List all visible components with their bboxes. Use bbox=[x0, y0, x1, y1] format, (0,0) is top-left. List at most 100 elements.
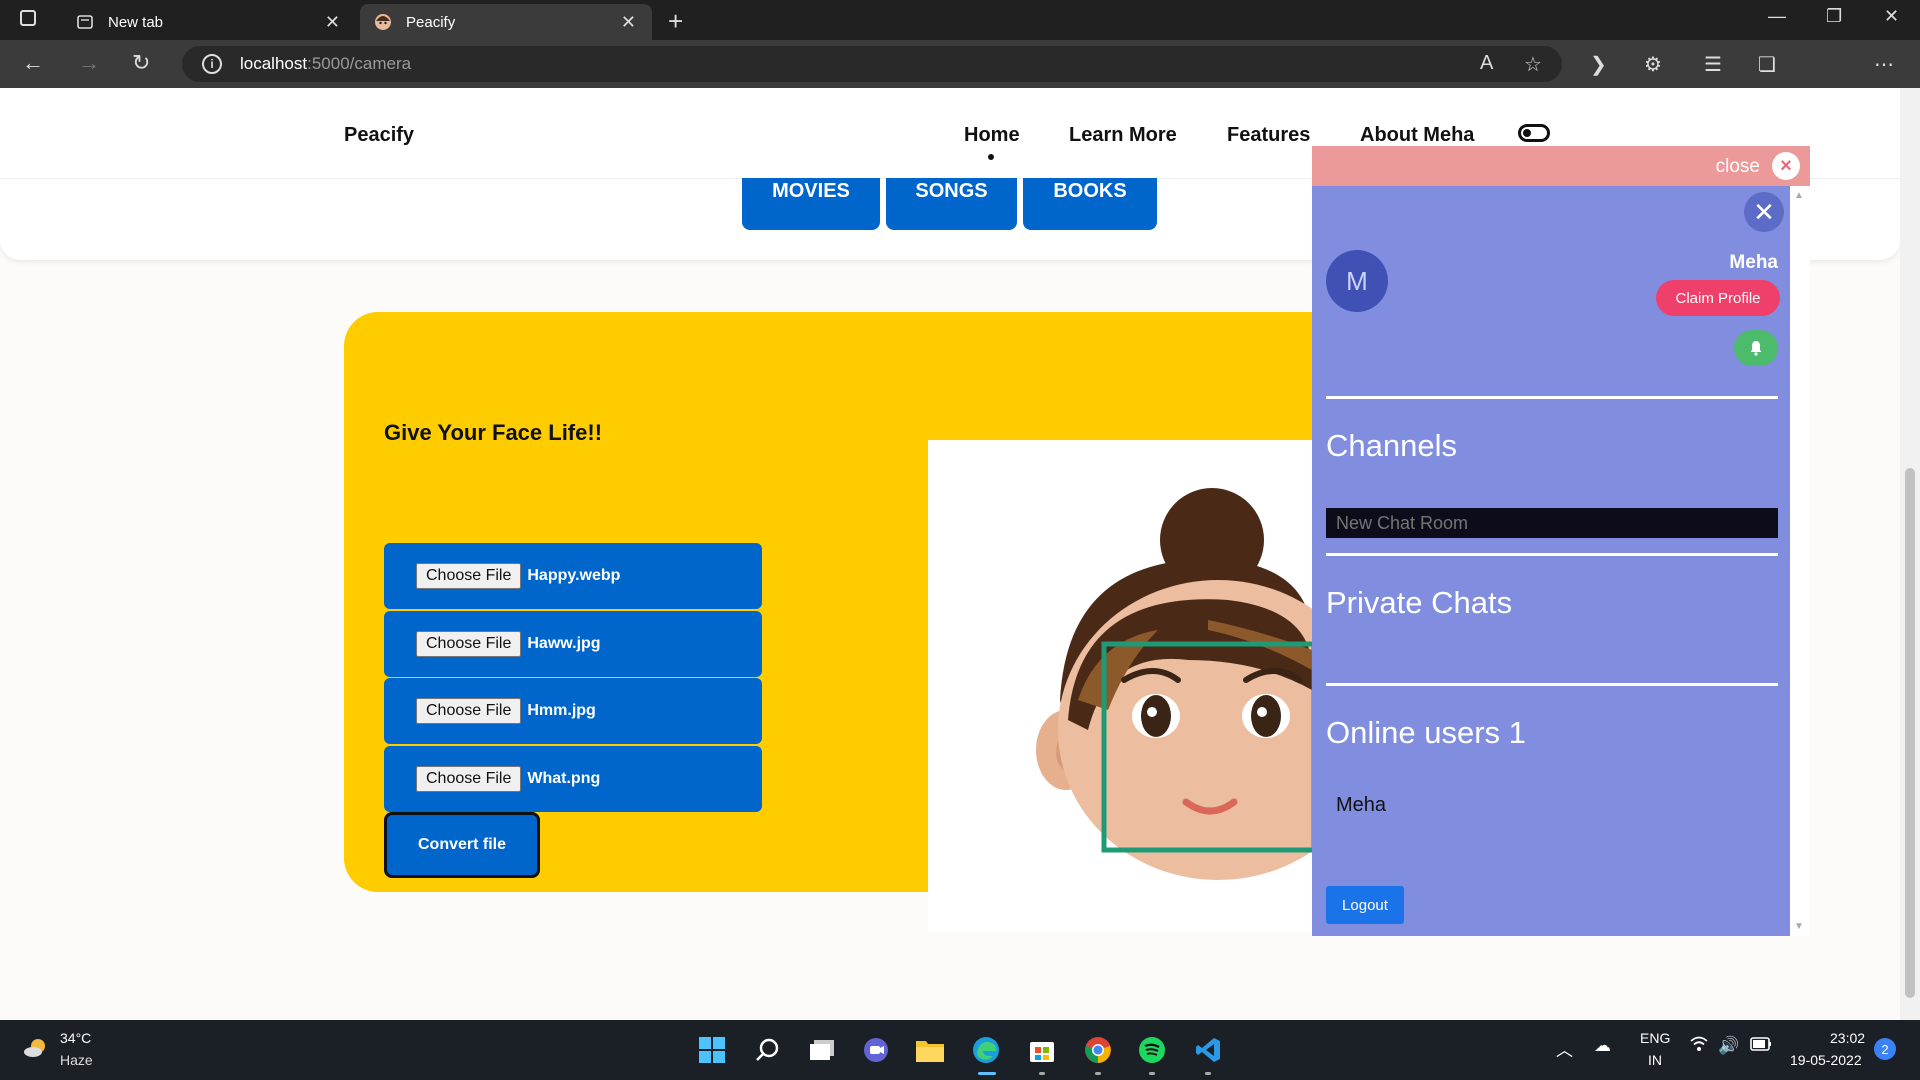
new-chat-room-input[interactable] bbox=[1326, 508, 1778, 538]
choose-file-button[interactable]: Choose File bbox=[416, 563, 522, 589]
chat-close-label[interactable]: close bbox=[1716, 156, 1760, 178]
new-tab-plus-icon[interactable]: + bbox=[668, 6, 683, 37]
chat-divider bbox=[1326, 553, 1778, 556]
online-users-heading: Online users 1 bbox=[1326, 715, 1526, 750]
browser-address-bar: ← → ↻ i localhost:5000/camera A ☆ ❯ ⚙ ☰ … bbox=[0, 40, 1920, 118]
songs-button[interactable]: SONGS bbox=[886, 178, 1017, 230]
claim-profile-button[interactable]: Claim Profile bbox=[1656, 280, 1780, 316]
bell-icon[interactable] bbox=[1734, 330, 1778, 366]
forward-arrow-icon[interactable]: → bbox=[78, 50, 100, 76]
teams-chat-icon[interactable] bbox=[860, 1034, 892, 1066]
file-name: Happy.webp bbox=[527, 567, 621, 584]
nav-home[interactable]: Home bbox=[964, 124, 1020, 147]
scroll-up-icon[interactable]: ▲ bbox=[1794, 190, 1804, 201]
minimize-icon[interactable]: — bbox=[1768, 6, 1786, 27]
favorite-star-icon[interactable]: ☆ bbox=[1524, 52, 1542, 77]
convert-file-button[interactable]: Convert file bbox=[384, 812, 540, 878]
task-view-icon[interactable] bbox=[806, 1034, 838, 1066]
running-indicator bbox=[1205, 1072, 1211, 1075]
page-scrollbar[interactable] bbox=[1900, 88, 1920, 1020]
chat-divider bbox=[1326, 396, 1778, 399]
chat-scrollbar[interactable]: ▲ ▼ bbox=[1790, 186, 1810, 936]
file-name: Haww.jpg bbox=[527, 635, 601, 652]
collections-icon[interactable]: ❏ bbox=[1758, 52, 1776, 77]
books-button[interactable]: BOOKS bbox=[1023, 178, 1157, 230]
favorites-icon[interactable]: ☰ bbox=[1704, 52, 1722, 77]
choose-file-button[interactable]: Choose File bbox=[416, 698, 522, 724]
site-info-icon[interactable]: i bbox=[202, 54, 222, 74]
tab-actions-icon[interactable] bbox=[20, 10, 36, 26]
weather-haze-icon[interactable] bbox=[22, 1034, 50, 1062]
window-close-icon[interactable]: ✕ bbox=[1884, 6, 1899, 27]
movies-button[interactable]: MOVIES bbox=[742, 178, 880, 230]
start-windows-icon[interactable] bbox=[696, 1034, 728, 1066]
edge-browser-icon[interactable] bbox=[970, 1034, 1002, 1066]
language-region[interactable]: IN bbox=[1648, 1052, 1662, 1068]
onedrive-icon[interactable]: ☁ bbox=[1594, 1036, 1611, 1056]
nav-learn-more[interactable]: Learn More bbox=[1069, 124, 1177, 147]
url-path: :5000/camera bbox=[307, 54, 412, 73]
search-icon[interactable] bbox=[752, 1034, 784, 1066]
online-user-item[interactable]: Meha bbox=[1336, 794, 1386, 817]
file-input-row: Choose File Happy.webp bbox=[384, 543, 762, 609]
tab-title: New tab bbox=[108, 13, 164, 31]
tab-new-tab[interactable]: New tab ✕ bbox=[62, 4, 356, 40]
avatar: M bbox=[1326, 250, 1388, 312]
more-menu-icon[interactable]: ⋯ bbox=[1874, 52, 1894, 77]
active-nav-indicator bbox=[988, 154, 994, 160]
restore-icon[interactable]: ❐ bbox=[1826, 6, 1842, 27]
chat-divider bbox=[1326, 683, 1778, 686]
brand-logo[interactable]: Peacify bbox=[344, 124, 414, 147]
chat-username: Meha bbox=[1729, 252, 1778, 273]
clock-time[interactable]: 23:02 bbox=[1830, 1030, 1865, 1046]
microsoft-store-icon[interactable] bbox=[1026, 1034, 1058, 1066]
chat-close-icon[interactable]: × bbox=[1772, 152, 1800, 180]
file-input-row: Choose File Haww.jpg bbox=[384, 611, 762, 677]
notification-badge[interactable]: 2 bbox=[1874, 1038, 1896, 1060]
clock-date[interactable]: 19-05-2022 bbox=[1790, 1052, 1862, 1068]
language-code[interactable]: ENG bbox=[1640, 1030, 1670, 1046]
spotify-icon[interactable] bbox=[1136, 1034, 1168, 1066]
chrome-icon[interactable] bbox=[1082, 1034, 1114, 1066]
url-field[interactable]: i localhost:5000/camera bbox=[182, 46, 1562, 82]
panel-close-icon[interactable]: ✕ bbox=[1744, 192, 1784, 232]
running-indicator bbox=[1095, 1072, 1101, 1075]
new-tab-page-icon bbox=[76, 13, 94, 31]
tab-close-icon[interactable]: ✕ bbox=[621, 12, 636, 33]
tab-close-icon[interactable]: ✕ bbox=[325, 12, 340, 33]
url-host: localhost bbox=[240, 54, 308, 73]
scrollbar-thumb[interactable] bbox=[1905, 468, 1915, 998]
peacify-favicon-icon bbox=[374, 13, 392, 31]
tab-peacify[interactable]: Peacify ✕ bbox=[360, 4, 652, 40]
nav-about-meha[interactable]: About Meha bbox=[1360, 124, 1474, 147]
weather-temperature: 34°C bbox=[60, 1030, 92, 1046]
os-taskbar: 34°C Haze ︿ ☁ ENG IN 🔊 23:02 19-05-2022 … bbox=[0, 1020, 1920, 1080]
choose-file-button[interactable]: Choose File bbox=[416, 766, 522, 792]
face-preview-image bbox=[928, 440, 1312, 932]
choose-file-button[interactable]: Choose File bbox=[416, 631, 522, 657]
read-aloud-icon[interactable]: A bbox=[1480, 52, 1493, 75]
theme-toggle[interactable] bbox=[1518, 124, 1550, 142]
file-name: What.png bbox=[527, 770, 601, 787]
chevron-up-icon[interactable]: ︿ bbox=[1556, 1036, 1573, 1061]
refresh-icon[interactable]: ↻ bbox=[132, 50, 150, 76]
converter-title: Give Your Face Life!! bbox=[384, 420, 603, 445]
vscode-icon[interactable] bbox=[1192, 1034, 1224, 1066]
extensions-icon[interactable]: ⚙ bbox=[1644, 52, 1662, 77]
extension-arrow-icon[interactable]: ❯ bbox=[1590, 52, 1607, 77]
nav-features[interactable]: Features bbox=[1227, 124, 1310, 147]
file-input-row: Choose File What.png bbox=[384, 746, 762, 812]
active-app-indicator bbox=[978, 1072, 996, 1075]
back-arrow-icon[interactable]: ← bbox=[22, 50, 44, 76]
wifi-icon[interactable] bbox=[1690, 1036, 1708, 1057]
file-explorer-icon[interactable] bbox=[914, 1034, 946, 1066]
weather-condition: Haze bbox=[60, 1052, 93, 1068]
private-chats-heading: Private Chats bbox=[1326, 585, 1513, 620]
volume-icon[interactable]: 🔊 bbox=[1718, 1036, 1739, 1056]
scroll-down-icon[interactable]: ▼ bbox=[1794, 921, 1804, 932]
running-indicator bbox=[1149, 1072, 1155, 1075]
file-name: Hmm.jpg bbox=[527, 702, 596, 719]
logout-button[interactable]: Logout bbox=[1326, 886, 1404, 924]
channels-heading: Channels bbox=[1326, 428, 1457, 463]
battery-icon[interactable] bbox=[1750, 1036, 1772, 1056]
